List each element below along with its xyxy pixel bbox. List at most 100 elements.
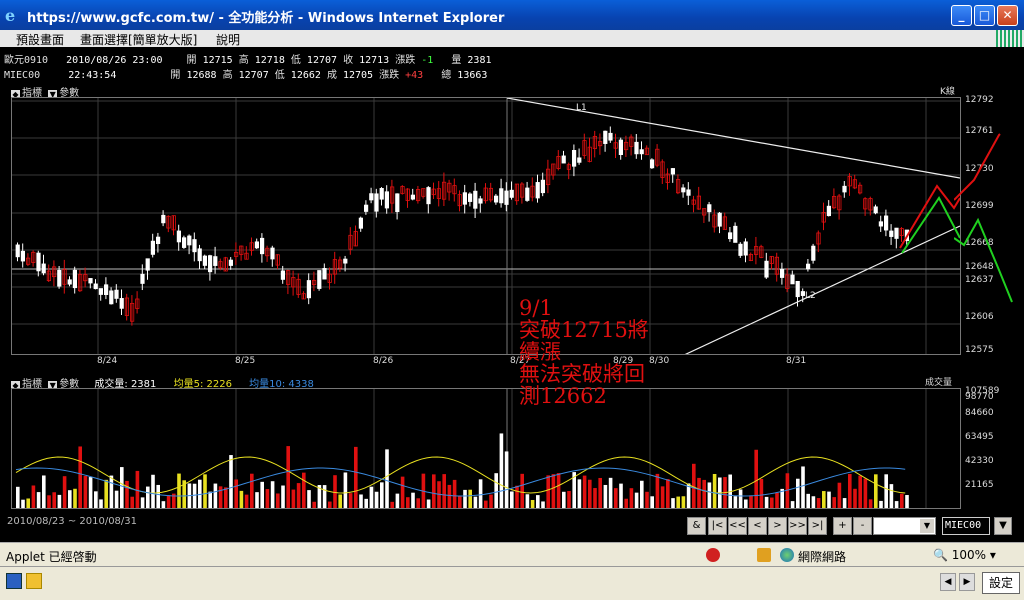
nav-back-button[interactable]: < — [748, 517, 767, 535]
nav-last-button[interactable]: >| — [808, 517, 827, 535]
candle-body — [634, 141, 639, 155]
volume-bar — [598, 477, 602, 508]
volume-bar — [21, 499, 25, 508]
security-icon[interactable] — [757, 548, 771, 562]
menu-screen-select[interactable]: 畫面選擇[簡單放大版] — [80, 31, 197, 48]
candle-body — [36, 252, 41, 272]
symbol-dropdown-button[interactable]: ▼ — [994, 517, 1012, 535]
change-value: -1 — [421, 55, 434, 66]
volume-bar — [764, 496, 769, 508]
folder-icon[interactable] — [26, 573, 42, 589]
price-x-tick: 8/26 — [373, 356, 394, 366]
nav-first-button[interactable]: |< — [708, 517, 727, 535]
menu-default-view[interactable]: 預設畫面 — [16, 31, 64, 48]
change-label: 漲跌 — [395, 55, 416, 66]
window-app-icon[interactable] — [6, 573, 22, 589]
volume-bar — [515, 485, 519, 508]
volume-bar — [848, 473, 852, 508]
zoom-out-button[interactable]: - — [853, 517, 872, 535]
nav-fast-back-button[interactable]: << — [728, 517, 747, 535]
annotation-line: 續漲 — [519, 340, 561, 364]
volume-bar — [432, 474, 436, 508]
candle-body — [878, 221, 884, 227]
zoom-in-button[interactable]: + — [833, 517, 852, 535]
nav-forward-button[interactable]: > — [768, 517, 787, 535]
high-value: 12718 — [254, 55, 285, 66]
maximize-button[interactable]: □ — [974, 5, 995, 26]
forecast-up-extension — [954, 133, 1001, 201]
volume-bar — [541, 501, 545, 508]
volume-bar — [770, 497, 774, 508]
volume-bar — [286, 446, 290, 508]
volume-bar — [510, 491, 514, 508]
volume-bar — [655, 473, 660, 508]
volume-bar — [452, 479, 457, 508]
scroll-left-icon[interactable]: ◀ — [940, 573, 956, 591]
candle-body — [114, 289, 119, 299]
candle-body — [176, 230, 181, 243]
candle-body — [306, 280, 312, 299]
price-chart[interactable]: L1 L2 — [11, 97, 961, 357]
low-value: 12662 — [290, 70, 321, 81]
volume-bar — [47, 495, 51, 508]
scroll-right-icon[interactable]: ▶ — [959, 573, 975, 591]
volume-bar — [879, 500, 883, 508]
volume-chart[interactable] — [11, 388, 961, 509]
candle-body — [259, 237, 265, 255]
volume-bar — [36, 492, 41, 508]
volume-bar — [603, 484, 608, 508]
volume-bar — [640, 480, 644, 508]
volume-bar — [447, 484, 452, 508]
volume-y-tick: 63495 — [965, 432, 994, 442]
candle-body — [478, 198, 483, 204]
candle-body — [811, 245, 816, 261]
candlestick-svg: L1 L2 — [12, 97, 961, 357]
candle-body — [181, 237, 187, 248]
nav-link-button[interactable]: & — [687, 517, 706, 535]
volume-bar — [671, 498, 675, 508]
volume-bar — [775, 492, 779, 508]
volume-value: 13663 — [457, 70, 488, 81]
period-select[interactable]: ▼ — [873, 517, 936, 535]
volume-bar — [374, 491, 379, 508]
volume-bar — [692, 463, 696, 508]
candle-body — [535, 182, 540, 199]
volume-bar — [660, 486, 665, 508]
volume-bar — [837, 482, 842, 508]
volume-bar — [426, 499, 431, 508]
volume-bar — [458, 496, 462, 508]
symbol-input[interactable]: MIEC00 — [942, 517, 990, 535]
zoom-value: 100% — [951, 548, 987, 562]
volume-bar — [166, 495, 171, 508]
volume-bar — [624, 498, 628, 508]
low-label: 低 — [290, 55, 301, 66]
popup-blocker-icon[interactable] — [706, 548, 720, 562]
volume-bar — [130, 496, 134, 508]
volume-bar — [806, 493, 810, 508]
volume-bar — [255, 492, 259, 508]
candle-body — [93, 283, 98, 290]
toolbar-grip-icon[interactable] — [996, 30, 1022, 47]
close-button[interactable]: ✕ — [997, 5, 1018, 26]
volume-bar — [213, 483, 218, 508]
volume-bar — [312, 501, 316, 508]
minimize-button[interactable]: _ — [951, 5, 972, 26]
nav-fast-forward-button[interactable]: >> — [788, 517, 807, 535]
open-value: 12688 — [186, 70, 217, 81]
candle-body — [681, 187, 686, 193]
volume-bar — [738, 489, 743, 508]
volume-bar — [104, 479, 108, 508]
volume-bar — [463, 489, 467, 508]
zoom-level[interactable]: 🔍 100% ▾ — [933, 548, 996, 562]
annotation-line: 測12662 — [519, 384, 607, 408]
price-y-tick: 12575 — [965, 345, 994, 355]
candle-body — [577, 157, 582, 163]
candle-body — [504, 190, 509, 205]
menu-help[interactable]: 說明 — [216, 31, 240, 48]
volume-bar — [328, 501, 332, 508]
settings-button[interactable]: 設定 — [982, 572, 1020, 594]
volume-bar — [608, 477, 613, 508]
annotation-line: 9/1 — [519, 296, 553, 320]
candle-body — [98, 288, 103, 295]
volume-bar — [260, 481, 264, 508]
